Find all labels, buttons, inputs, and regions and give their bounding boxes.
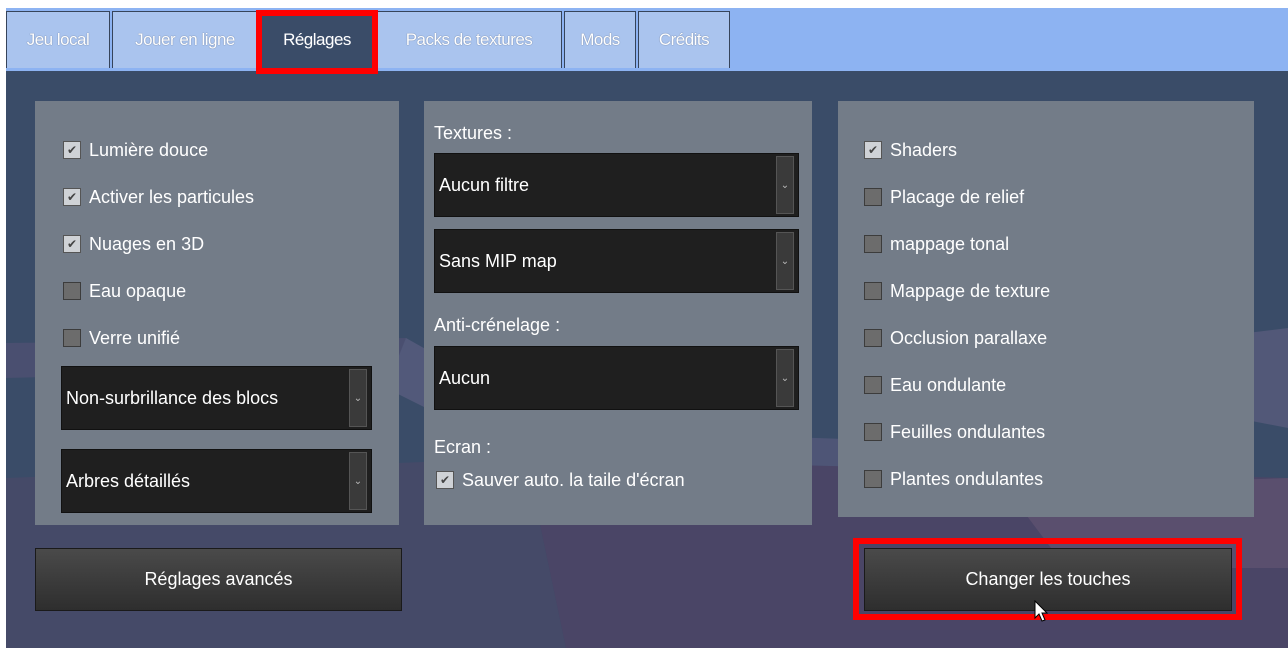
dropdown-value: Sans MIP map [439, 250, 557, 271]
checkbox-eau-ondulante[interactable]: Eau ondulante [864, 373, 1006, 397]
chevron-down-icon[interactable]: ⌄ [349, 369, 367, 427]
checkbox-box[interactable] [864, 235, 882, 253]
chevron-down-icon[interactable]: ⌄ [349, 452, 367, 510]
antialiasing-label: Anti-crénelage : [434, 315, 561, 335]
checkbox-plantes-ondulantes[interactable]: Plantes ondulantes [864, 467, 1043, 491]
checkbox-box[interactable] [63, 282, 81, 300]
dropdown-value: Arbres détaillés [66, 470, 191, 491]
checkbox-verre-unifie[interactable]: Verre unifié [63, 326, 180, 350]
checkbox-box[interactable] [63, 329, 81, 347]
tab-jeu-local[interactable]: Jeu local [6, 11, 110, 68]
checkbox-mappage-texture[interactable]: Mappage de texture [864, 279, 1050, 303]
checkbox-box[interactable] [864, 423, 882, 441]
dropdown-arbres-detailles[interactable]: Arbres détaillés ⌄ [61, 449, 372, 513]
checkbox-label: Eau opaque [89, 280, 187, 301]
advanced-settings-button[interactable]: Réglages avancés [35, 548, 402, 611]
checkbox-mappage-tonal[interactable]: mappage tonal [864, 232, 1009, 256]
middle-settings-panel: Textures : Aucun filtre ⌄ Sans MIP map ⌄… [424, 101, 812, 525]
checkbox-box[interactable] [864, 282, 882, 300]
checkbox-nuages-3d[interactable]: ✔ Nuages en 3D [63, 232, 204, 256]
chevron-down-icon[interactable]: ⌄ [776, 156, 794, 214]
left-settings-panel: ✔ Lumière douce ✔ Activer les particules… [35, 101, 399, 525]
checkmark-icon[interactable]: ✔ [864, 141, 882, 159]
checkbox-box[interactable] [864, 329, 882, 347]
checkmark-icon[interactable]: ✔ [63, 235, 81, 253]
checkbox-shaders[interactable]: ✔ Shaders [864, 138, 957, 162]
checkmark-icon[interactable]: ✔ [63, 141, 81, 159]
checkmark-icon[interactable]: ✔ [63, 188, 81, 206]
checkbox-label: Sauver auto. la taile d'écran [462, 469, 685, 490]
chevron-down-icon[interactable]: ⌄ [776, 232, 794, 290]
checkbox-box[interactable] [864, 470, 882, 488]
tab-credits[interactable]: Crédits [638, 11, 730, 68]
checkbox-feuilles-ondulantes[interactable]: Feuilles ondulantes [864, 420, 1045, 444]
dropdown-value: Aucun [439, 367, 491, 388]
tab-reglages[interactable]: Réglages [260, 11, 374, 68]
right-settings-panel: ✔ Shaders Placage de relief mappage tona… [838, 101, 1254, 517]
dropdown-antialiasing[interactable]: Aucun ⌄ [434, 346, 799, 410]
checkbox-label: Shaders [890, 139, 958, 160]
checkbox-box[interactable] [864, 376, 882, 394]
dropdown-value: Aucun filtre [439, 174, 530, 195]
cursor-icon [1034, 600, 1049, 622]
screen-label: Ecran : [434, 437, 492, 457]
checkbox-label: Feuilles ondulantes [890, 421, 1046, 442]
checkbox-occlusion-parallaxe[interactable]: Occlusion parallaxe [864, 326, 1047, 350]
dropdown-texture-filter[interactable]: Aucun filtre ⌄ [434, 153, 799, 217]
chevron-down-icon[interactable]: ⌄ [776, 349, 794, 407]
dropdown-mipmap[interactable]: Sans MIP map ⌄ [434, 229, 799, 293]
checkbox-label: Eau ondulante [890, 374, 1007, 395]
checkbox-label: Lumière douce [89, 139, 209, 160]
checkbox-label: mappage tonal [890, 233, 1010, 254]
tab-packs-de-textures[interactable]: Packs de textures [376, 11, 562, 68]
tab-mods[interactable]: Mods [564, 11, 636, 68]
checkbox-activer-particules[interactable]: ✔ Activer les particules [63, 185, 254, 209]
checkbox-label: Placage de relief [890, 186, 1025, 207]
tab-bar: Jeu local Jouer en ligne Réglages Packs … [6, 8, 1288, 71]
checkbox-label: Nuages en 3D [89, 233, 205, 254]
tab-jouer-en-ligne[interactable]: Jouer en ligne [112, 11, 258, 68]
checkbox-label: Verre unifié [89, 327, 181, 348]
checkbox-box[interactable] [864, 188, 882, 206]
dropdown-value: Non-surbrillance des blocs [66, 387, 279, 408]
checkbox-placage-relief[interactable]: Placage de relief [864, 185, 1024, 209]
checkbox-autosave-screen[interactable]: ✔ Sauver auto. la taile d'écran [436, 468, 685, 492]
dropdown-non-surbrillance[interactable]: Non-surbrillance des blocs ⌄ [61, 366, 372, 430]
checkbox-lumiere-douce[interactable]: ✔ Lumière douce [63, 138, 208, 162]
checkbox-label: Occlusion parallaxe [890, 327, 1048, 348]
settings-window: Jeu local Jouer en ligne Réglages Packs … [6, 8, 1288, 648]
checkbox-label: Mappage de texture [890, 280, 1051, 301]
checkmark-icon[interactable]: ✔ [436, 471, 454, 489]
checkbox-eau-opaque[interactable]: Eau opaque [63, 279, 186, 303]
checkbox-label: Activer les particules [89, 186, 255, 207]
textures-label: Textures : [434, 123, 513, 143]
checkbox-label: Plantes ondulantes [890, 468, 1044, 489]
